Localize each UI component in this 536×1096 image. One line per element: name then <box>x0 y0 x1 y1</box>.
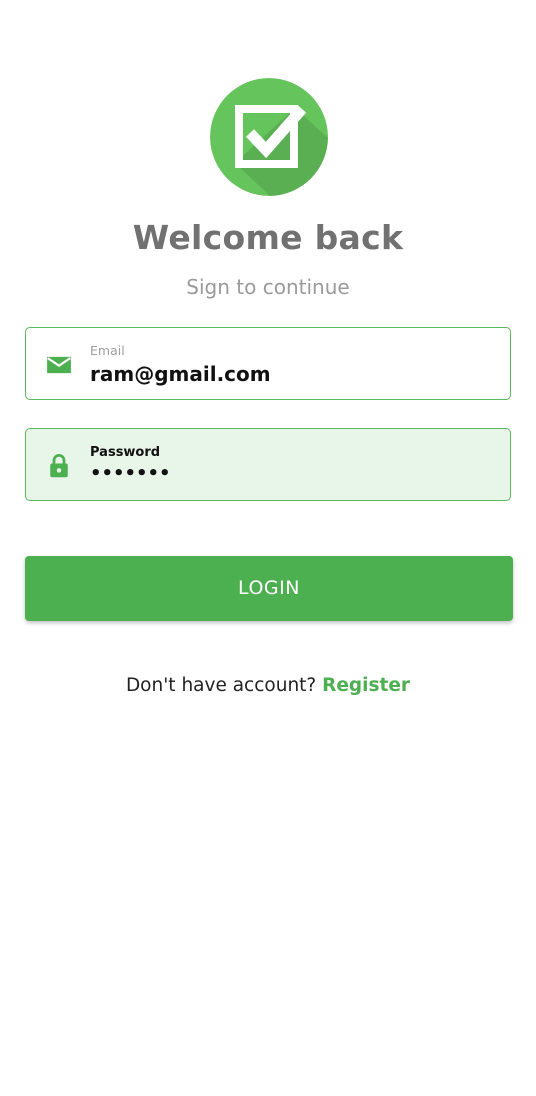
email-input[interactable]: ram@gmail.com <box>90 362 271 386</box>
app-logo <box>210 78 328 196</box>
page-title: Welcome back <box>132 218 404 257</box>
lock-icon <box>50 454 68 478</box>
password-input[interactable]: ••••••• <box>90 463 171 484</box>
password-label: Password <box>90 445 161 460</box>
email-label: Email <box>90 343 125 358</box>
email-field[interactable]: Email ram@gmail.com <box>25 327 511 400</box>
password-field[interactable]: Password ••••••• <box>25 428 511 501</box>
login-button[interactable]: LOGIN <box>25 556 513 621</box>
checkbox-check-icon <box>210 78 328 196</box>
mail-icon <box>47 356 71 374</box>
register-link[interactable]: Register <box>322 675 410 696</box>
register-prompt: Don't have account? Register <box>0 675 536 696</box>
page-subtitle: Sign to continue <box>186 275 350 299</box>
register-prompt-text: Don't have account? <box>125 675 317 696</box>
